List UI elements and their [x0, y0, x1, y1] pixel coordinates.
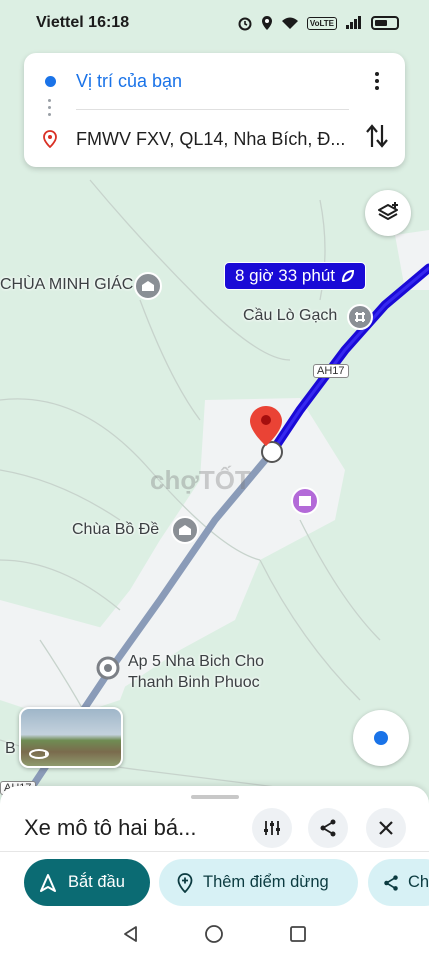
location-icon: [261, 16, 272, 30]
start-label: Bắt đầu: [68, 873, 125, 891]
filters-button[interactable]: [252, 808, 292, 848]
map-label-cau-lo-gach[interactable]: Cầu Lò Gạch: [243, 307, 337, 325]
back-icon[interactable]: [122, 925, 140, 943]
layers-icon: [378, 202, 398, 220]
duration-text: 8 giờ 33 phút: [235, 266, 335, 285]
share-icon: [320, 819, 336, 837]
battery-icon: [371, 16, 399, 30]
share-route-label: Ch: [408, 873, 429, 891]
layers-button[interactable]: [365, 190, 411, 236]
watermark: chợTỐT: [150, 465, 251, 495]
sheet-drag-handle[interactable]: [191, 795, 239, 799]
destination-pin-icon: [43, 130, 57, 148]
share-route-button[interactable]: Ch: [368, 859, 429, 906]
temple-icon[interactable]: [171, 516, 199, 544]
travel-mode-title: Xe mô tô hai bá...: [24, 815, 197, 840]
start-button[interactable]: Bắt đầu: [24, 859, 150, 906]
bridge-icon[interactable]: [347, 304, 373, 330]
close-button[interactable]: [366, 808, 406, 848]
my-location-button[interactable]: [353, 710, 409, 766]
origin-field[interactable]: Vị trí của bạn: [76, 71, 344, 92]
temple-icon[interactable]: [134, 272, 162, 300]
filters-icon: [264, 821, 280, 835]
more-vert-icon: [375, 72, 379, 76]
map-label-ap5-line1[interactable]: Ap 5 Nha Bich Cho: [128, 653, 264, 671]
status-bar: Viettel 16:18 VoLTE: [0, 0, 429, 46]
add-stop-label: Thêm điểm dừng: [203, 873, 329, 891]
add-stop-icon: [177, 872, 193, 893]
map-label-chua-bo-de[interactable]: Chùa Bồ Đề: [72, 521, 159, 539]
card-divider: [76, 109, 349, 110]
swap-icon[interactable]: [363, 121, 391, 151]
wifi-icon: [281, 17, 298, 29]
more-options-button[interactable]: [365, 67, 389, 95]
leaf-icon: [341, 269, 355, 283]
destination-row[interactable]: FMWV FXV, QL14, Nha Bích, Đ...: [24, 119, 405, 159]
road-shield-ah17: AH17: [313, 364, 349, 378]
share-icon: [384, 874, 398, 891]
origin-dot-icon: [44, 75, 56, 87]
recents-icon[interactable]: [289, 925, 307, 943]
share-button[interactable]: [308, 808, 348, 848]
navigation-icon: [40, 873, 56, 892]
origin-row[interactable]: Vị trí của bạn: [24, 61, 405, 101]
my-location-icon: [374, 731, 388, 745]
map-label-ap5-line2[interactable]: Thanh Binh Phuoc: [128, 674, 260, 692]
directions-card: Vị trí của bạn FMWV FXV, QL14, Nha Bích,…: [24, 53, 405, 167]
add-stop-button[interactable]: Thêm điểm dừng: [159, 859, 358, 906]
bottom-sheet: Xe mô tô hai bá... Bắt đầu Thêm điểm dừn…: [0, 786, 429, 908]
route-duration-chip[interactable]: 8 giờ 33 phút: [224, 262, 366, 290]
route-dots: [48, 99, 52, 116]
close-icon: [379, 821, 393, 835]
street-view-icon: [29, 749, 49, 759]
home-icon[interactable]: [204, 924, 224, 944]
destination-field[interactable]: FMWV FXV, QL14, Nha Bích, Đ...: [76, 129, 344, 150]
sheet-separator: [0, 851, 429, 852]
signal-icon: [346, 16, 361, 29]
map-label-edge-b: B: [5, 740, 16, 757]
map-label-chua-minh-giac[interactable]: CHÙA MINH GIÁC: [0, 276, 133, 294]
carrier-time: Viettel 16:18: [36, 14, 130, 31]
system-nav-bar: [0, 908, 429, 960]
volte-badge: VoLTE: [306, 16, 337, 30]
alarm-icon: [238, 17, 252, 31]
